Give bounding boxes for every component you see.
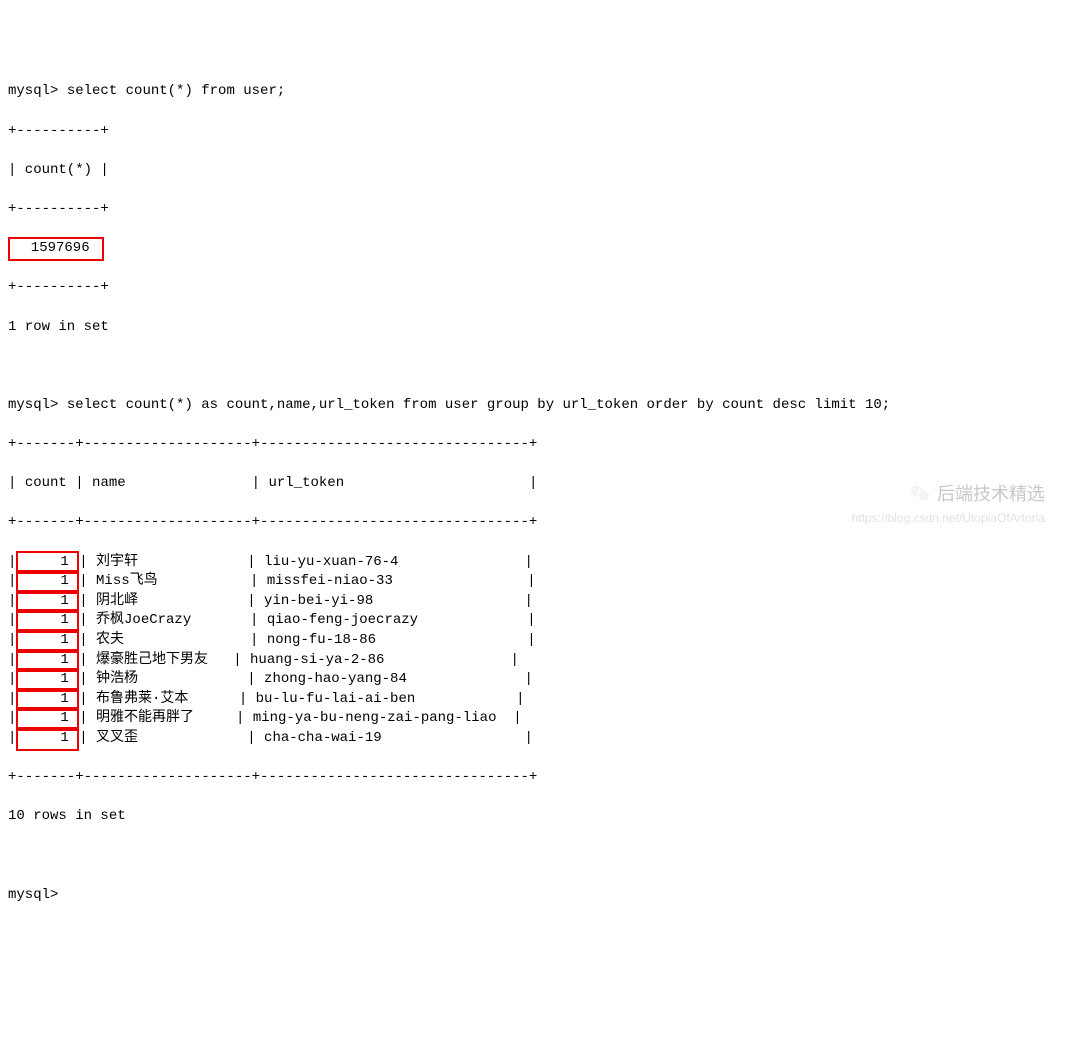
table1-data-row: 1597696 [8,239,1061,259]
rows-in-set-2: 10 rows in set [8,807,1061,827]
wechat-icon [909,483,931,505]
table1-border-bottom: +----------+ [8,278,1061,298]
table2-data-rows: | 1 | 刘宇轩 | liu-yu-xuan-76-4 || 1 | Miss… [8,553,1061,749]
col-header-count: count [25,475,67,491]
terminal-line-query1: mysql> select count(*) from user; [8,82,1061,102]
blog-watermark: https://blog.csdn.net/UtopiaOfArtoria [852,510,1045,527]
sql-query-1: select count(*) from user; [67,83,285,99]
blank-line-2 [8,847,1061,867]
table-row: | 1 | 阴北峄 | yin-bei-yi-98 | [8,592,1061,612]
watermark-text: 后端技术精选 [937,482,1045,507]
rows-in-set-1: 1 row in set [8,318,1061,338]
mysql-prompt-2: mysql> [8,397,58,413]
count-value-highlighted: 1597696 [8,237,104,261]
table-row: | 1 | 钟浩杨 | zhong-hao-yang-84 | [8,670,1061,690]
table-row: | 1 | 爆豪胜己地下男友 | huang-si-ya-2-86 | [8,651,1061,671]
table1-header: | count(*) | [8,161,1061,181]
col-header-name: name [92,475,126,491]
table2-border-top: +-------+--------------------+----------… [8,435,1061,455]
table2-header-row: | count | name | url_token | [8,474,1061,494]
table1-border-top: +----------+ [8,122,1061,142]
col-header-urltoken: url_token [268,475,344,491]
terminal-line-query2: mysql> select count(*) as count,name,url… [8,396,1061,416]
table-row: | 1 | 明雅不能再胖了 | ming-ya-bu-neng-zai-pang… [8,709,1061,729]
watermark: 后端技术精选 [909,482,1045,507]
table-row: | 1 | 叉叉歪 | cha-cha-wai-19 | [8,729,1061,749]
cell-count-highlighted: 1 [16,727,79,751]
table2-border-bottom: +-------+--------------------+----------… [8,768,1061,788]
terminal-prompt-idle[interactable]: mysql> [8,886,1061,906]
table1-border-mid: +----------+ [8,200,1061,220]
table-row: | 1 | Miss飞鸟 | missfei-niao-33 | [8,572,1061,592]
mysql-prompt: mysql> [8,83,58,99]
table-row: | 1 | 布鲁弗莱·艾本 | bu-lu-fu-lai-ai-ben | [8,690,1061,710]
mysql-prompt-3: mysql> [8,887,58,903]
blank-line-1 [8,357,1061,377]
table-row: | 1 | 乔枫JoeCrazy | qiao-feng-joecrazy | [8,611,1061,631]
table-row: | 1 | 刘宇轩 | liu-yu-xuan-76-4 | [8,553,1061,573]
table-row: | 1 | 农夫 | nong-fu-18-86 | [8,631,1061,651]
sql-query-2: select count(*) as count,name,url_token … [67,397,890,413]
